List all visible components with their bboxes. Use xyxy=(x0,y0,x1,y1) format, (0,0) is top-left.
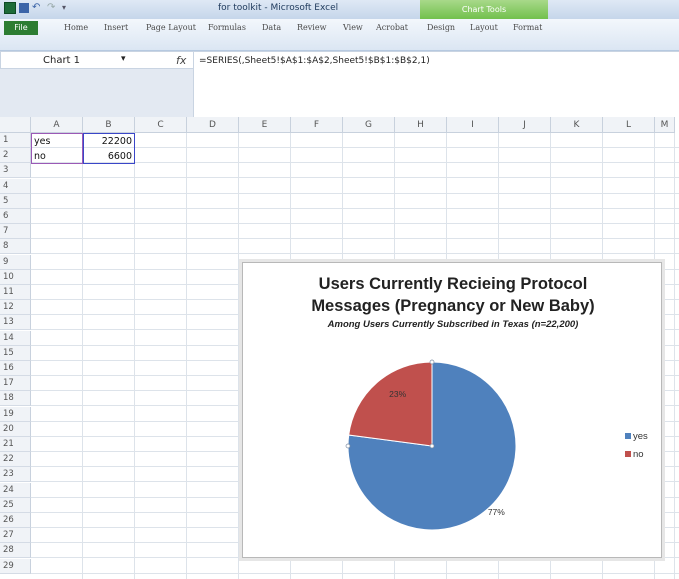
row-header-6[interactable]: 6 xyxy=(0,209,31,224)
pie-slice-no[interactable] xyxy=(348,361,433,447)
tab-layout[interactable]: Layout xyxy=(470,23,498,32)
row-header-24[interactable]: 24 xyxy=(0,482,31,498)
tab-insert[interactable]: Insert xyxy=(104,23,128,32)
column-header-l[interactable]: L xyxy=(603,117,655,133)
tab-review[interactable]: Review xyxy=(297,23,326,32)
series-selection-handle[interactable] xyxy=(429,443,435,449)
name-box-value: Chart 1 xyxy=(43,55,81,66)
column-header-a[interactable]: A xyxy=(31,117,83,133)
row-header-10[interactable]: 10 xyxy=(0,269,31,285)
window-title: for toolkit - Microsoft Excel xyxy=(218,3,339,13)
row-header-12[interactable]: 12 xyxy=(0,300,31,316)
name-box-area xyxy=(0,69,194,117)
insert-function-icon[interactable]: fx xyxy=(176,54,186,67)
grid-line-horizontal xyxy=(31,192,679,194)
column-header-m[interactable]: M xyxy=(655,117,675,133)
row-header-3[interactable]: 3 xyxy=(0,163,31,179)
chevron-down-icon[interactable]: ▾ xyxy=(121,54,126,64)
tab-format[interactable]: Format xyxy=(513,23,542,32)
grid-line-horizontal xyxy=(31,253,679,255)
tab-data[interactable]: Data xyxy=(262,23,281,32)
legend-swatch-yes xyxy=(625,433,631,439)
excel-logo-icon[interactable] xyxy=(4,2,16,14)
customize-toolbar-icon[interactable]: ▾ xyxy=(62,2,74,14)
column-header-j[interactable]: J xyxy=(499,117,551,133)
row-header-19[interactable]: 19 xyxy=(0,406,31,422)
row-header-4[interactable]: 4 xyxy=(0,178,31,194)
series-selection-handle[interactable] xyxy=(429,359,435,365)
row-header-14[interactable]: 14 xyxy=(0,330,31,346)
row-header-22[interactable]: 22 xyxy=(0,452,31,468)
data-label-yes[interactable]: 77% xyxy=(488,507,505,517)
formula-bar[interactable]: =SERIES(,Sheet5!$A$1:$A$2,Sheet5!$B$1:$B… xyxy=(194,51,679,117)
grid-line-horizontal xyxy=(31,572,679,574)
chart-tools-group: Chart Tools xyxy=(420,0,548,20)
series-name-range-highlight xyxy=(31,133,83,164)
column-header-g[interactable]: G xyxy=(343,117,395,133)
name-box[interactable]: Chart 1 ▾ fx xyxy=(0,51,194,69)
tab-formulas[interactable]: Formulas xyxy=(208,23,246,32)
title-bar: ↶ ↷ ▾ for toolkit - Microsoft Excel Char… xyxy=(0,0,679,20)
row-header-25[interactable]: 25 xyxy=(0,497,31,513)
row-header-27[interactable]: 27 xyxy=(0,528,31,544)
grid-line-horizontal xyxy=(31,207,679,209)
column-header-c[interactable]: C xyxy=(135,117,187,133)
row-header-16[interactable]: 16 xyxy=(0,361,31,376)
undo-icon[interactable]: ↶ xyxy=(32,2,44,14)
series-selection-handle[interactable] xyxy=(345,443,351,449)
row-header-9[interactable]: 9 xyxy=(0,254,31,270)
row-header-11[interactable]: 11 xyxy=(0,285,31,300)
row-header-5[interactable]: 5 xyxy=(0,193,31,209)
grid-line-horizontal xyxy=(31,177,679,179)
series-values-range-highlight xyxy=(83,133,135,164)
row-header-18[interactable]: 18 xyxy=(0,391,31,407)
row-header-7[interactable]: 7 xyxy=(0,224,31,240)
column-header-h[interactable]: H xyxy=(395,117,447,133)
tab-design[interactable]: Design xyxy=(427,23,455,32)
row-header-8[interactable]: 8 xyxy=(0,239,31,255)
row-header-21[interactable]: 21 xyxy=(0,437,31,452)
grid-line-horizontal xyxy=(31,238,679,240)
tab-view[interactable]: View xyxy=(343,23,363,32)
chart-object[interactable]: Users Currently Recieing Protocol Messag… xyxy=(242,262,662,558)
column-header-i[interactable]: I xyxy=(447,117,499,133)
data-label-no[interactable]: 23% xyxy=(389,389,406,399)
row-header-15[interactable]: 15 xyxy=(0,345,31,361)
grid-line-horizontal xyxy=(31,223,679,224)
formula-text[interactable]: =SERIES(,Sheet5!$A$1:$A$2,Sheet5!$B$1:$B… xyxy=(199,56,430,66)
row-header-26[interactable]: 26 xyxy=(0,513,31,528)
save-icon[interactable] xyxy=(19,3,29,13)
tab-page-layout[interactable]: Page Layout xyxy=(146,23,196,32)
row-header-17[interactable]: 17 xyxy=(0,376,31,392)
legend-item-yes[interactable]: yes xyxy=(625,431,648,442)
column-header-b[interactable]: B xyxy=(83,117,135,133)
redo-icon[interactable]: ↷ xyxy=(47,2,59,14)
select-all-corner[interactable] xyxy=(0,117,31,133)
quick-access-toolbar: ↶ ↷ ▾ xyxy=(4,2,74,14)
ribbon-tab-bar: Home Insert Page Layout Formulas Data Re… xyxy=(0,19,679,51)
row-header-1[interactable]: 1 xyxy=(0,133,31,148)
pie-plot-area[interactable]: 77% 23% xyxy=(243,263,663,559)
legend-item-no[interactable]: no xyxy=(625,449,644,460)
column-header-e[interactable]: E xyxy=(239,117,291,133)
row-header-23[interactable]: 23 xyxy=(0,467,31,483)
tab-file[interactable]: File xyxy=(4,21,38,35)
row-header-28[interactable]: 28 xyxy=(0,543,31,559)
row-header-2[interactable]: 2 xyxy=(0,148,31,164)
row-header-20[interactable]: 20 xyxy=(0,421,31,437)
row-header-29[interactable]: 29 xyxy=(0,558,31,574)
legend-swatch-no xyxy=(625,451,631,457)
column-header-d[interactable]: D xyxy=(187,117,239,133)
tab-home[interactable]: Home xyxy=(64,23,88,32)
column-header-k[interactable]: K xyxy=(551,117,603,133)
row-header-13[interactable]: 13 xyxy=(0,315,31,331)
column-header-f[interactable]: F xyxy=(291,117,343,133)
tab-acrobat[interactable]: Acrobat xyxy=(376,23,408,32)
